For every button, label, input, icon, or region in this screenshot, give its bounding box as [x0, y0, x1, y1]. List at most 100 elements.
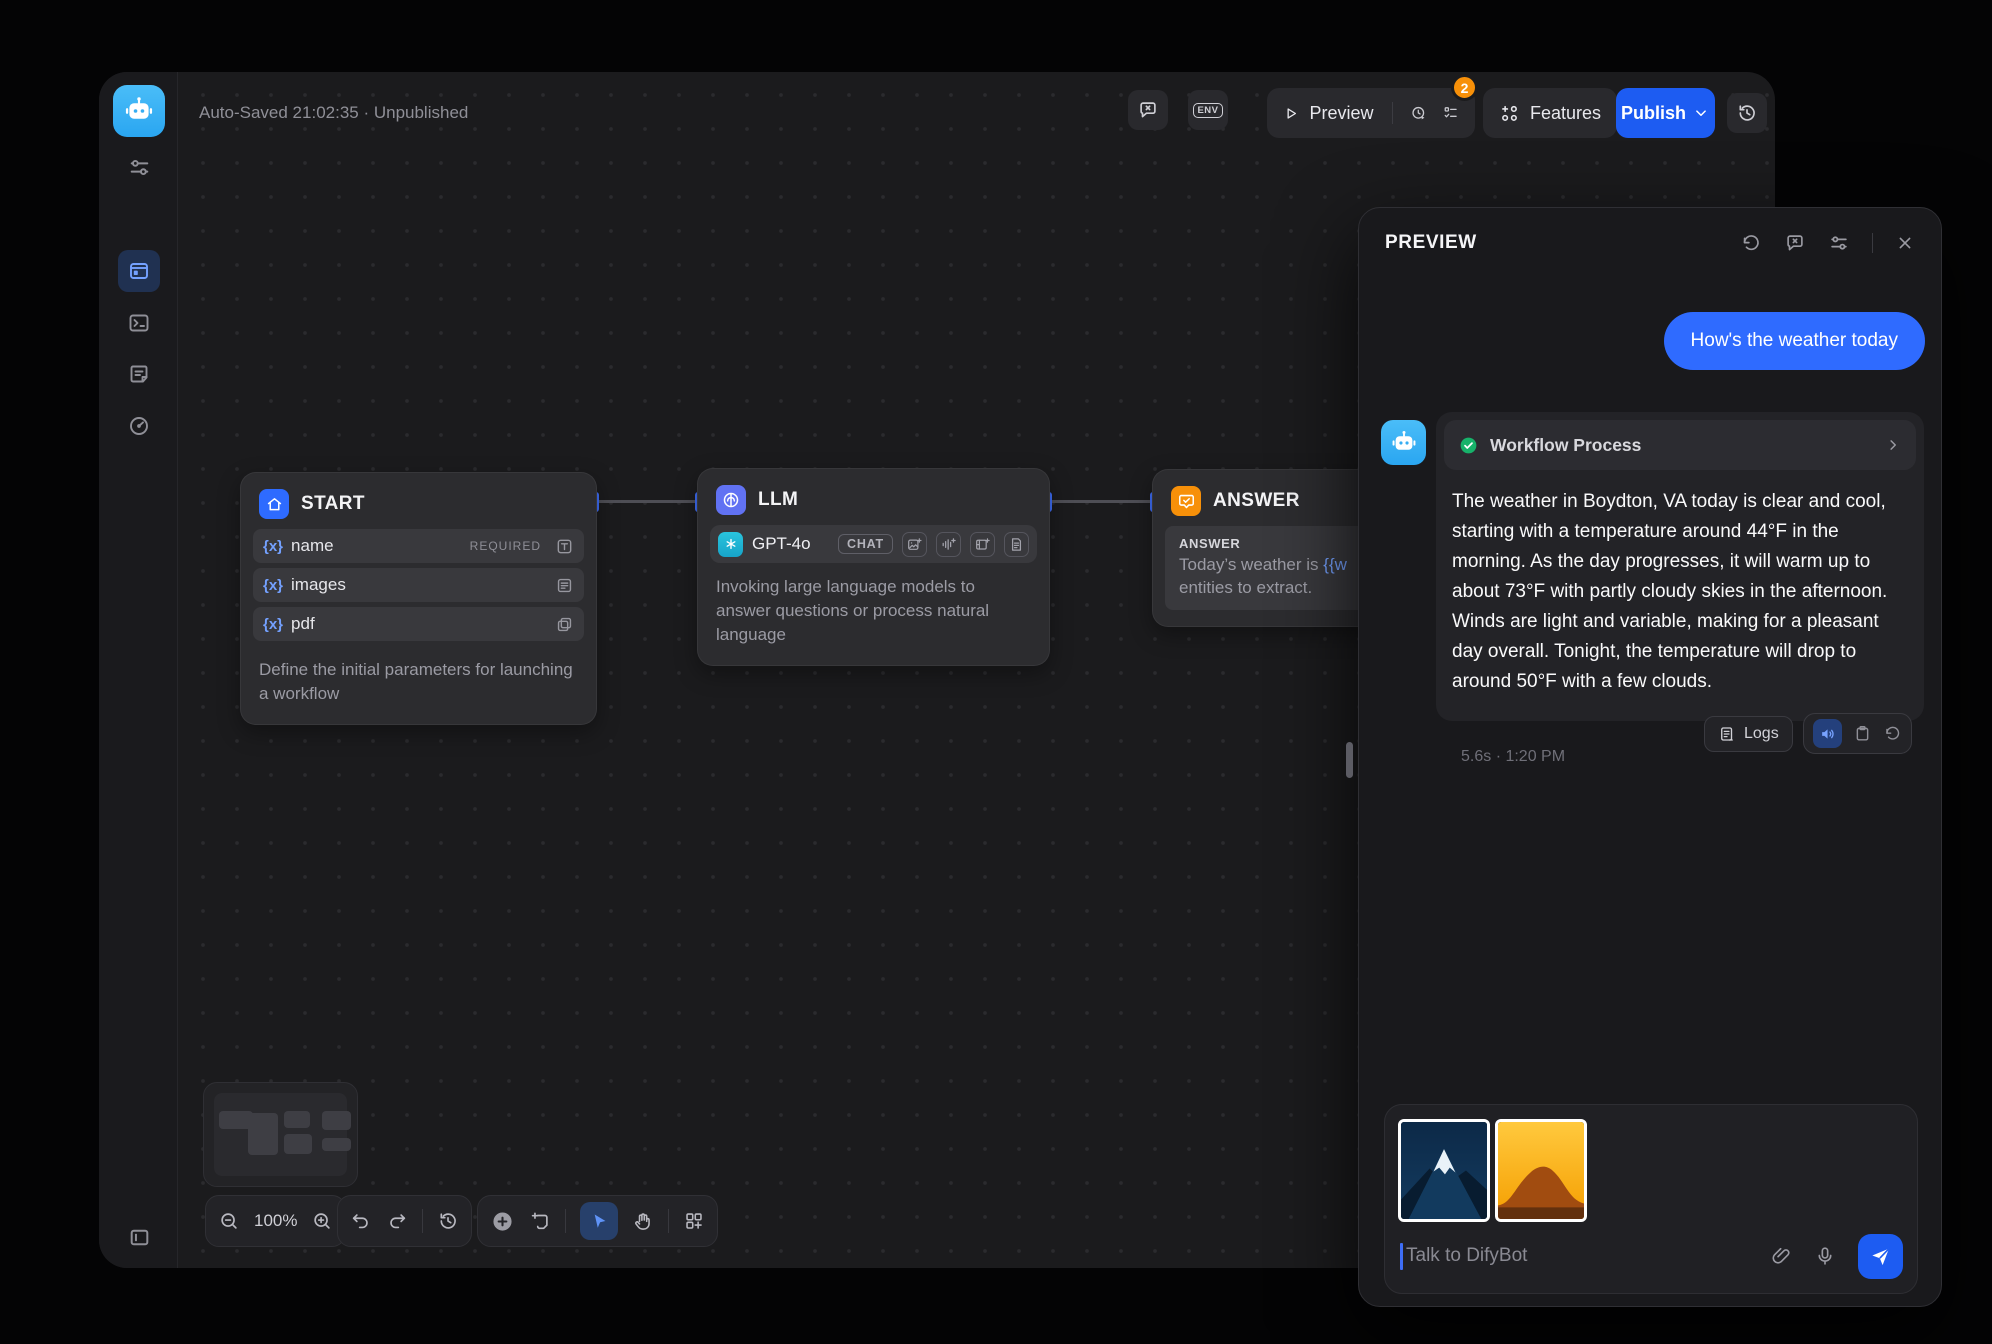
gauge-icon — [127, 414, 151, 438]
openai-logo-icon — [718, 532, 743, 557]
divider — [1872, 233, 1873, 253]
chevron-right-icon — [1884, 436, 1902, 454]
zoom-toolbar: 100% — [205, 1195, 346, 1247]
node-title: LLM — [758, 489, 798, 511]
workflow-process-label: Workflow Process — [1490, 435, 1873, 456]
attachment-thumbnail-mountain-sunset[interactable] — [1495, 1119, 1587, 1222]
node-start-header: START — [241, 473, 596, 529]
panel-resize-handle[interactable] — [1346, 742, 1353, 778]
node-title: START — [301, 493, 365, 515]
collapse-panel-icon — [127, 1225, 152, 1250]
message-meta: 5.6s · 1:20 PM — [1461, 748, 1565, 766]
start-field-images: {x} images — [253, 568, 584, 602]
preview-run-button[interactable]: Preview — [1310, 103, 1374, 124]
chat-x-icon — [1137, 99, 1159, 121]
llm-icon — [716, 485, 746, 515]
pointer-mode-button[interactable] — [580, 1202, 618, 1240]
send-icon — [1869, 1245, 1892, 1268]
audio-capability-icon — [936, 532, 961, 557]
run-history-icon[interactable] — [1410, 102, 1427, 124]
regenerate-icon[interactable] — [1883, 724, 1902, 743]
minimap-node — [322, 1138, 351, 1151]
chat-input-row — [1400, 1230, 1903, 1282]
variable-token: {x} — [263, 538, 283, 555]
sidebar-item-orchestrate[interactable] — [118, 250, 160, 292]
zoom-out-icon[interactable] — [218, 1210, 240, 1232]
editing-toolbar — [477, 1195, 718, 1247]
sidebar-item-api[interactable] — [118, 302, 160, 344]
bot-avatar — [1381, 420, 1426, 465]
add-note-icon[interactable] — [529, 1210, 551, 1232]
document-capability-icon — [1004, 532, 1029, 557]
bot-message-card: Workflow Process The weather in Boydton,… — [1436, 412, 1924, 721]
attachment-thumbnail-mountain-night[interactable] — [1398, 1119, 1490, 1222]
paperclip-icon[interactable] — [1770, 1245, 1792, 1267]
speak-button[interactable] — [1813, 719, 1842, 748]
hand-mode-icon[interactable] — [632, 1210, 654, 1232]
node-description: Invoking large language models to answer… — [698, 563, 1049, 665]
minimap[interactable] — [203, 1082, 358, 1187]
model-selector[interactable]: GPT-4o CHAT — [710, 525, 1037, 563]
window-icon — [127, 259, 151, 283]
edge-llm-answer — [1050, 500, 1152, 503]
workflow-settings-icon[interactable] — [118, 146, 160, 188]
send-button[interactable] — [1858, 1234, 1903, 1279]
publish-label: Publish — [1621, 103, 1686, 124]
version-history-button[interactable] — [1727, 93, 1767, 133]
zoom-level[interactable]: 100% — [254, 1211, 297, 1231]
home-icon — [259, 489, 289, 519]
logs-button[interactable]: Logs — [1704, 716, 1793, 752]
edge-start-llm — [597, 500, 697, 503]
node-llm[interactable]: LLM GPT-4o CHAT Invoking large language … — [697, 468, 1050, 666]
message-actions — [1803, 713, 1912, 754]
robot-icon — [1390, 429, 1418, 457]
terminal-icon — [127, 311, 151, 335]
speaker-icon — [1819, 725, 1837, 743]
redo-icon[interactable] — [386, 1210, 408, 1232]
app-avatar[interactable] — [113, 85, 165, 137]
organize-nodes-icon[interactable] — [683, 1210, 705, 1232]
restart-conversation-icon[interactable] — [1740, 232, 1762, 254]
minimap-node — [284, 1134, 312, 1154]
collapse-sidebar-button[interactable] — [118, 1216, 160, 1258]
node-start[interactable]: START {x} name REQUIRED {x} images {x} p… — [240, 472, 597, 725]
preview-panel: PREVIEW How's the weather today Workflow… — [1358, 207, 1942, 1307]
zoom-in-icon[interactable] — [311, 1210, 333, 1232]
divider — [668, 1209, 669, 1233]
copy-icon[interactable] — [1853, 724, 1872, 743]
mountain-sunset-image — [1498, 1122, 1584, 1219]
mic-icon[interactable] — [1814, 1245, 1836, 1267]
mountain-night-image — [1401, 1122, 1487, 1219]
undo-icon[interactable] — [350, 1210, 372, 1232]
history-icon[interactable] — [437, 1210, 459, 1232]
history-toolbar — [337, 1195, 472, 1247]
workflow-process-toggle[interactable]: Workflow Process — [1444, 420, 1916, 470]
env-icon: ENV — [1193, 103, 1222, 118]
close-icon[interactable] — [1895, 233, 1915, 253]
play-icon[interactable] — [1283, 103, 1300, 124]
chat-input[interactable] — [1406, 1245, 1748, 1267]
chat-x-icon[interactable] — [1784, 232, 1806, 254]
checklist-icon[interactable] — [1442, 102, 1459, 124]
user-message-bubble: How's the weather today — [1664, 312, 1925, 370]
annotation-button[interactable] — [1128, 90, 1168, 130]
settings-sliders-icon[interactable] — [1828, 232, 1850, 254]
sidebar-item-logs[interactable] — [118, 353, 160, 395]
add-node-button[interactable] — [490, 1209, 515, 1234]
env-variables-button[interactable]: ENV — [1188, 90, 1228, 130]
node-title: ANSWER — [1213, 490, 1300, 512]
start-field-name: {x} name REQUIRED — [253, 529, 584, 563]
variable-token: {x} — [263, 616, 283, 633]
node-description: Define the initial parameters for launch… — [241, 646, 596, 724]
publish-button[interactable]: Publish — [1616, 88, 1715, 138]
logs-icon — [1718, 725, 1736, 743]
sidebar-item-monitoring[interactable] — [118, 405, 160, 447]
start-field-pdf: {x} pdf — [253, 607, 584, 641]
features-label: Features — [1530, 103, 1601, 124]
robot-icon — [123, 95, 155, 127]
divider — [422, 1209, 423, 1233]
features-button[interactable]: Features — [1483, 88, 1617, 138]
log-icon — [127, 362, 151, 386]
divider — [1392, 102, 1393, 124]
answer-icon — [1171, 486, 1201, 516]
